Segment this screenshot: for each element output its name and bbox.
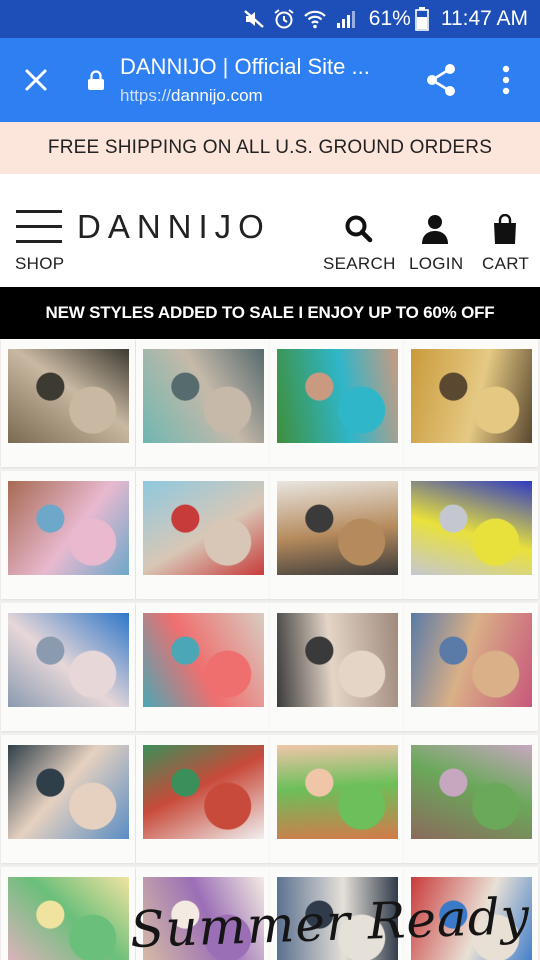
share-icon[interactable]	[424, 62, 458, 98]
url-host: dannijo.com	[171, 86, 263, 105]
collage-tile	[1, 867, 135, 960]
sale-banner[interactable]: NEW STYLES ADDED TO SALE I ENJOY UP TO 6…	[0, 287, 540, 339]
photo-woman-sunglasses-city	[277, 613, 398, 707]
user-icon[interactable]	[421, 214, 449, 244]
photo-shell-bracelets-row	[143, 745, 264, 839]
free-shipping-text: FREE SHIPPING ON ALL U.S. GROUND ORDERS	[47, 137, 493, 158]
collage-tile	[136, 471, 270, 599]
photo-friends-smiling-swimsuits	[143, 613, 264, 707]
collage-tile	[270, 339, 404, 467]
collage-tile	[270, 603, 404, 731]
collage-tile	[404, 603, 538, 731]
photo-woman-jumping-beach	[8, 613, 129, 707]
page-url[interactable]: https://dannijo.com	[120, 86, 263, 106]
photo-bracelets-blue-heels	[143, 481, 264, 575]
wifi-icon	[304, 10, 326, 29]
close-icon[interactable]	[20, 64, 52, 96]
collage-tile	[1, 339, 135, 467]
status-bar: 61% 11:47 AM	[0, 0, 540, 38]
battery-percentage: 61%	[368, 7, 411, 30]
free-shipping-banner[interactable]: FREE SHIPPING ON ALL U.S. GROUND ORDERS	[0, 122, 540, 174]
photo-stacked-bracelets-gold	[411, 349, 532, 443]
collage-tile	[404, 735, 538, 863]
page-title: DANNIJO | Official Site ...	[120, 54, 370, 79]
collage-tile	[270, 735, 404, 863]
photo-beach-bikini-tree	[8, 349, 129, 443]
photo-jewelry-pile-teal	[143, 349, 264, 443]
url-scheme: https://	[120, 86, 172, 105]
collage-tile	[404, 339, 538, 467]
photo-woman-on-grass	[277, 349, 398, 443]
shopping-bag-icon[interactable]	[492, 214, 518, 244]
clock: 11:47 AM	[440, 7, 528, 30]
collage-tile	[270, 471, 404, 599]
photo-woven-bracelets-colorful	[411, 613, 532, 707]
collage-tile	[136, 735, 270, 863]
photo-two-women-brick	[8, 481, 129, 575]
collage-tile	[136, 339, 270, 467]
dannijo-logo[interactable]: DANNIJO	[77, 208, 271, 246]
photo-woman-heart-sunglasses	[8, 745, 129, 839]
photo-women-blue-background	[411, 481, 532, 575]
collage-tile	[1, 603, 135, 731]
photo-hands-stacked-bracelets	[277, 481, 398, 575]
search-icon[interactable]	[344, 214, 374, 244]
sale-banner-text: NEW STYLES ADDED TO SALE I ENJOY UP TO 6…	[45, 303, 495, 322]
login-label[interactable]: LOGIN	[409, 254, 463, 274]
status-icons	[243, 8, 357, 30]
collage-tile	[136, 603, 270, 731]
browser-toolbar: DANNIJO | Official Site ... https://dann…	[0, 38, 540, 122]
mute-icon	[243, 10, 264, 28]
site-header: DANNIJO SHOP SEARCH LOGIN CART	[0, 174, 540, 287]
more-options-icon[interactable]	[496, 62, 516, 98]
cart-label[interactable]: CART	[482, 254, 529, 274]
alarm-icon	[274, 9, 294, 29]
signal-icon	[336, 11, 355, 28]
collage-tile	[404, 471, 538, 599]
lock-icon	[88, 70, 104, 90]
summer-ready-collage[interactable]: Summer Ready	[0, 339, 540, 960]
collage-tile	[1, 471, 135, 599]
menu-icon[interactable]	[16, 210, 62, 244]
search-label[interactable]: SEARCH	[323, 254, 396, 274]
shop-label[interactable]: SHOP	[15, 254, 64, 274]
battery-icon	[415, 7, 429, 31]
photo-woman-palm-trees	[277, 745, 398, 839]
collage-tile	[1, 735, 135, 863]
photo-tie-dye-dress	[8, 877, 129, 960]
photo-woman-balloons-street	[411, 745, 532, 839]
